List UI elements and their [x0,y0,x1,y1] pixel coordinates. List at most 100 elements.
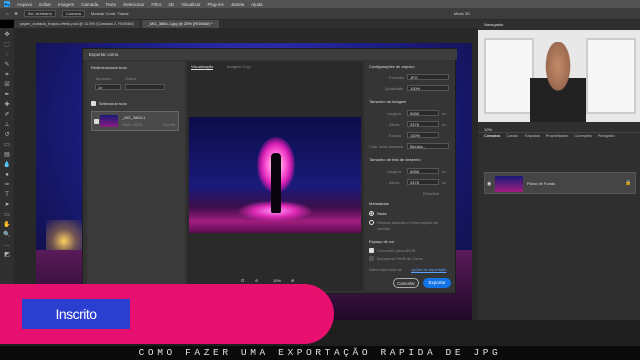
eraser-tool-icon[interactable]: ▭ [4,142,10,149]
menu-texto[interactable]: Texto [105,2,116,7]
width-field[interactable]: 5068 [407,110,439,116]
canvas-width-field[interactable]: 5068 [407,168,439,174]
metadata-copyright-label: Direitos autorais e Informações de conta… [377,220,438,231]
menu-arquivo[interactable]: Arquivo [17,2,32,7]
tab-tracados[interactable]: Traçados [524,134,540,142]
hand-tool-icon[interactable]: ✋ [3,222,10,229]
height-label: Altura [389,122,400,127]
crop-tool-icon[interactable]: ⌗ [5,72,8,79]
menu-filtro[interactable]: Filtro [151,2,161,7]
menu-plugins[interactable]: Plug-ins [208,2,224,7]
menu-ajuda[interactable]: Ajuda [251,2,263,7]
zoom-in-icon[interactable]: ⊕ [291,278,294,283]
home-icon[interactable]: ⌂ [6,11,8,16]
menu-imagem[interactable]: Imagem [58,2,74,7]
size-label: Tamanho [95,76,112,81]
type-tool-icon[interactable]: T [5,192,9,199]
tools-panel: ✥ ⬚ ◌ ✎ ⌗ ☒ ✒ ✚ ✐ ⊥ ↺ ▭ ▤ 💧 ● ✑ T ➤ ▭ ✋ … [0,28,14,320]
select-all-checkbox[interactable] [91,101,96,106]
tab-propriedades[interactable]: Propriedades [546,134,569,142]
tab-document-2[interactable]: _MG_3864-1.jpg @ 25% (RGB/8#) * [141,20,219,28]
frame-tool-icon[interactable]: ☒ [4,82,9,89]
height-field[interactable]: 3378 [407,121,439,127]
menu-visualizar[interactable]: Visualizar [181,2,200,7]
artboard-icon[interactable]: ⊡ [241,278,244,283]
more-tools-icon[interactable]: … [4,242,10,249]
brush-tool-icon[interactable]: ✐ [4,112,9,119]
tab-camadas[interactable]: Camadas [484,134,500,142]
export-options-link[interactable]: opções de exportação [411,268,446,272]
tab-correcoes[interactable]: Correções [574,134,592,142]
file-settings-heading: Configurações de arquivo [369,64,415,69]
menubar: Ps Arquivo Editar Imagem Camada Texto Se… [0,0,640,8]
auto-select-dropdown[interactable]: Sel. Arbitrário [23,10,56,17]
menu-selecionar[interactable]: Selecionar [123,2,144,7]
stamp-tool-icon[interactable]: ⊥ [4,122,9,129]
marquee-tool-icon[interactable]: ⬚ [4,42,10,49]
eyedropper-icon[interactable]: ✒ [4,92,9,99]
asset-name: _MG_3864-1 [122,115,146,120]
asset-thumbnail [100,115,118,127]
tab-canais[interactable]: Canais [506,134,518,142]
quality-field[interactable]: 100% [407,85,449,91]
video-caption: COMO FAZER UMA EXPORTAÇÃO RAPIDA DE JPG [0,346,640,360]
visibility-eye-icon[interactable]: ◉ [487,181,491,187]
tab-imagem-2up[interactable]: Imagem 2-up [227,64,251,69]
transform-controls-checkbox[interactable]: Mostrar Contr. Transf. [91,11,130,16]
embed-profile-checkbox[interactable] [369,256,374,261]
metadata-copyright-radio[interactable] [369,220,374,225]
asset-filesize: 15,5 MB [162,123,176,127]
asset-checkbox[interactable] [94,119,99,124]
gradient-tool-icon[interactable]: ▤ [4,152,10,159]
scale-dropdown[interactable]: 100% [407,132,439,138]
photoshop-logo: Ps [4,1,10,7]
cancel-button[interactable]: Cancelar [393,278,419,288]
reset-link[interactable]: Redefinir [423,191,439,196]
size-dropdown[interactable]: 1x [95,84,121,90]
srgb-label: Converter para sRGB [377,248,416,253]
format-dropdown[interactable]: JPG [407,74,449,80]
lasso-tool-icon[interactable]: ◌ [5,52,9,59]
dialog-preview-pane: Visualização Imagem 2-up ⊡ ⊖ 10% ⊕ [187,61,363,291]
menu-3d[interactable]: 3D [168,2,174,7]
path-select-icon[interactable]: ➤ [4,202,9,209]
tab-visualizacao[interactable]: Visualização [191,64,214,70]
canvas-height-field[interactable]: 3378 [407,179,439,185]
pen-tool-icon[interactable]: ✑ [4,182,9,189]
canvas-height-unit: px [442,180,447,185]
move-tool-icon[interactable]: ✥ [14,11,17,16]
blur-tool-icon[interactable]: 💧 [3,162,10,169]
tab-paragrafo[interactable]: Parágrafo [598,134,615,142]
height-unit: px [442,122,447,127]
resample-label: Criar nova amostra [369,144,404,149]
preview-figure [271,153,281,213]
layer-row[interactable]: ◉ Plano de Fundo 🔒 [484,172,636,194]
canvas-size-heading: Tamanho de tela de desenho [369,157,421,162]
resample-dropdown[interactable]: Bicúbic... [407,143,449,149]
healing-brush-icon[interactable]: ✚ [4,102,9,109]
lock-icon[interactable]: 🔒 [625,180,631,186]
shape-tool-icon[interactable]: ▭ [4,212,10,219]
metadata-none-radio[interactable] [369,211,374,216]
quick-select-icon[interactable]: ✎ [4,62,9,69]
dialog-title: Exportar como [83,49,457,60]
menu-editar[interactable]: Editar [39,2,51,7]
navigator-tab[interactable]: Navegador [484,22,504,27]
layer-mode-dropdown[interactable]: Camada [61,10,85,17]
export-button[interactable]: Exportar [423,278,451,288]
suffix-input[interactable] [125,84,165,90]
menu-janela[interactable]: Janela [231,2,244,7]
menu-camada[interactable]: Camada [81,2,98,7]
width-unit: px [442,111,447,116]
tab-document-1[interactable]: paper_cortado_trapos-efeito.psd @ 11,5% … [14,20,140,28]
move-tool-icon[interactable]: ✥ [4,32,9,39]
color-swatches-icon[interactable]: ◩ [4,252,10,259]
zoom-out-icon[interactable]: ⊖ [255,278,258,283]
dodge-tool-icon[interactable]: ● [5,172,9,179]
srgb-checkbox[interactable] [369,248,374,253]
asset-list-item[interactable]: _MG_3864-1 5068 × 3378 15,5 MB [91,111,179,131]
subscribe-button[interactable]: Inscrito [22,299,130,329]
history-brush-icon[interactable]: ↺ [4,132,9,139]
zoom-tool-icon[interactable]: 🔍 [3,232,10,239]
select-all-label: Selecionar tudo [99,101,127,106]
